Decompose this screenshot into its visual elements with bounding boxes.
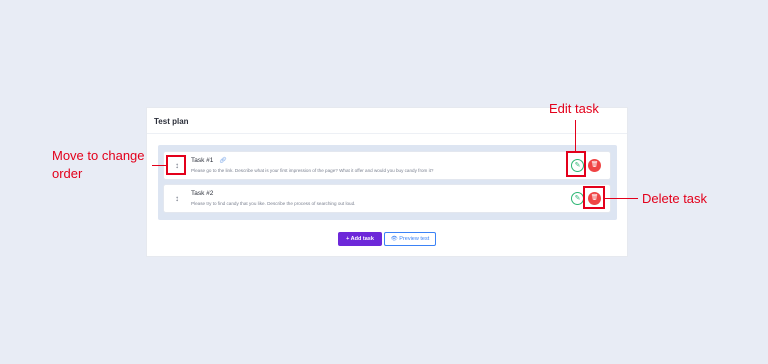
link-icon[interactable]: 🔗︎	[219, 157, 227, 164]
annotation-move-line	[152, 165, 166, 166]
task-name-text: Task #1	[191, 157, 214, 164]
card-divider	[147, 133, 627, 134]
drag-handle-icon[interactable]: ↕	[172, 193, 182, 205]
trash-icon: 🗑︎	[590, 162, 599, 168]
add-task-button[interactable]: + Add task	[338, 232, 382, 246]
task-name: Task #2	[191, 190, 214, 197]
annotation-delete: Delete task	[642, 191, 708, 206]
preview-test-button[interactable]: 👁 Preview test	[384, 232, 436, 246]
highlight-delete-button	[583, 186, 605, 209]
card-title: Test plan	[154, 117, 189, 126]
task-name: Task #1 🔗︎	[191, 157, 227, 164]
highlight-edit-button	[566, 151, 586, 177]
annotation-edit: Edit task	[549, 101, 599, 116]
pencil-icon: ✎	[574, 195, 581, 202]
annotation-edit-line	[575, 120, 576, 151]
annotation-move: Move to change order	[52, 148, 145, 181]
task-row: ↕ Task #2 Please try to find candy that …	[163, 184, 611, 213]
highlight-drag-handle	[166, 155, 186, 175]
test-plan-card: Test plan ↕ Task #1 🔗︎ Please go to the …	[146, 107, 628, 257]
tasks-panel: ↕ Task #1 🔗︎ Please go to the link. Desc…	[158, 145, 617, 220]
task-description: Please try to find candy that you like. …	[191, 201, 356, 206]
task-row: ↕ Task #1 🔗︎ Please go to the link. Desc…	[163, 151, 611, 180]
annotation-delete-line	[605, 198, 638, 199]
task-description: Please go to the link. Describe what is …	[191, 168, 434, 173]
delete-task-button[interactable]: 🗑︎	[588, 159, 601, 172]
